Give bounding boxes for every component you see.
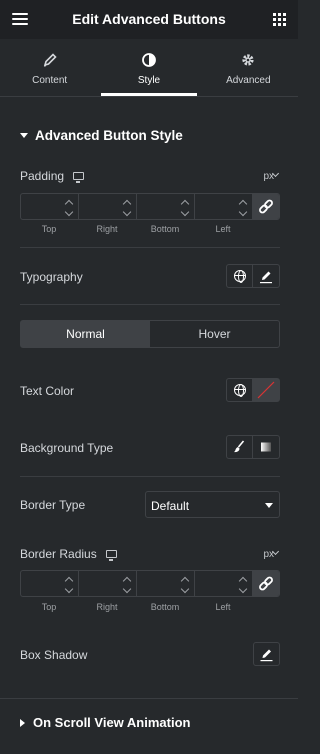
paint-brush-icon (234, 440, 245, 453)
radius-top-input[interactable] (21, 571, 79, 596)
spinner-icon[interactable] (64, 576, 74, 594)
section-title: Advanced Button Style (35, 128, 183, 143)
panel-header: Edit Advanced Buttons (0, 0, 298, 39)
caret-right-icon (20, 718, 25, 727)
padding-left-input[interactable] (195, 194, 253, 219)
contrast-icon (142, 53, 156, 67)
spinner-icon[interactable] (122, 576, 132, 594)
panel-tabs: Content Style Advanced (0, 39, 298, 97)
tab-label: Content (32, 75, 68, 86)
widgets-grid-icon[interactable] (273, 13, 286, 26)
link-icon (259, 199, 273, 214)
section-on-scroll-view-animation[interactable]: On Scroll View Animation (20, 715, 190, 730)
field-label-top: Top (41, 602, 57, 612)
section-title: On Scroll View Animation (33, 715, 191, 730)
field-label-top: Top (41, 224, 57, 234)
spinner-icon[interactable] (238, 576, 248, 594)
caret-down-icon (20, 133, 28, 138)
divider (20, 304, 280, 305)
pencil-icon (43, 53, 57, 67)
border-radius-label-text: Border Radius (20, 547, 97, 561)
globe-icon (234, 270, 246, 283)
link-icon (259, 576, 273, 591)
color-picker-button[interactable] (253, 379, 279, 401)
tab-style[interactable]: Style (99, 39, 198, 96)
spinner-icon[interactable] (180, 576, 190, 594)
desktop-icon[interactable] (73, 172, 85, 183)
global-settings-button[interactable] (227, 265, 253, 287)
section-advanced-button-style[interactable]: Advanced Button Style (20, 128, 183, 143)
field-label-bottom: Bottom (150, 602, 180, 612)
link-values-button[interactable] (253, 194, 279, 219)
chevron-down-icon (265, 503, 273, 508)
radius-left-input[interactable] (195, 571, 253, 596)
tab-label: Advanced (226, 75, 271, 86)
text-color-label: Text Color (20, 384, 75, 398)
gear-icon (242, 54, 254, 66)
typography-label: Typography (20, 270, 83, 284)
divider (0, 698, 298, 699)
globe-icon (234, 384, 246, 397)
border-radius-inputs (20, 570, 280, 597)
typography-controls (226, 264, 280, 288)
field-label-right: Right (96, 602, 118, 612)
state-toggle: Normal Hover (20, 320, 280, 348)
panel-title: Edit Advanced Buttons (72, 11, 226, 27)
padding-label: Padding (20, 169, 85, 183)
no-color-swatch-icon (257, 381, 275, 399)
field-label-left: Left (215, 602, 231, 612)
global-colors-button[interactable] (227, 379, 253, 401)
padding-inputs (20, 193, 280, 220)
desktop-icon[interactable] (105, 550, 117, 561)
background-classic-button[interactable] (227, 436, 253, 458)
tab-label: Style (137, 75, 161, 86)
edit-typography-button[interactable] (253, 265, 279, 287)
field-label-bottom: Bottom (150, 224, 180, 234)
border-type-select[interactable]: Default (145, 491, 280, 518)
padding-label-text: Padding (20, 169, 65, 183)
divider (20, 476, 280, 477)
spinner-icon[interactable] (64, 199, 74, 217)
padding-right-input[interactable] (79, 194, 137, 219)
pencil-icon (260, 271, 272, 284)
tab-advanced[interactable]: Advanced (199, 39, 298, 96)
spinner-icon[interactable] (122, 199, 132, 217)
padding-top-input[interactable] (21, 194, 79, 219)
field-label-left: Left (215, 224, 231, 234)
border-type-label: Border Type (20, 498, 86, 512)
background-gradient-button[interactable] (253, 436, 279, 458)
tab-normal[interactable]: Normal (21, 321, 150, 347)
border-radius-label: Border Radius (20, 547, 117, 561)
radius-right-input[interactable] (79, 571, 137, 596)
link-values-button[interactable] (253, 571, 279, 596)
text-color-controls (226, 378, 280, 402)
background-type-label: Background Type (20, 441, 114, 455)
padding-bottom-input[interactable] (137, 194, 195, 219)
radius-bottom-input[interactable] (137, 571, 195, 596)
tab-hover[interactable]: Hover (150, 321, 279, 347)
field-label-right: Right (96, 224, 118, 234)
spinner-icon[interactable] (238, 199, 248, 217)
select-value: Default (151, 499, 190, 513)
border-radius-field-labels: Top Right Bottom Left (20, 602, 252, 612)
edit-box-shadow-button[interactable] (253, 642, 280, 666)
box-shadow-label: Box Shadow (20, 648, 88, 662)
padding-field-labels: Top Right Bottom Left (20, 224, 252, 234)
background-type-controls (226, 435, 280, 459)
spinner-icon[interactable] (180, 199, 190, 217)
gradient-icon (261, 442, 271, 452)
divider (20, 247, 280, 248)
tab-content[interactable]: Content (0, 39, 99, 96)
pencil-icon (260, 649, 273, 662)
